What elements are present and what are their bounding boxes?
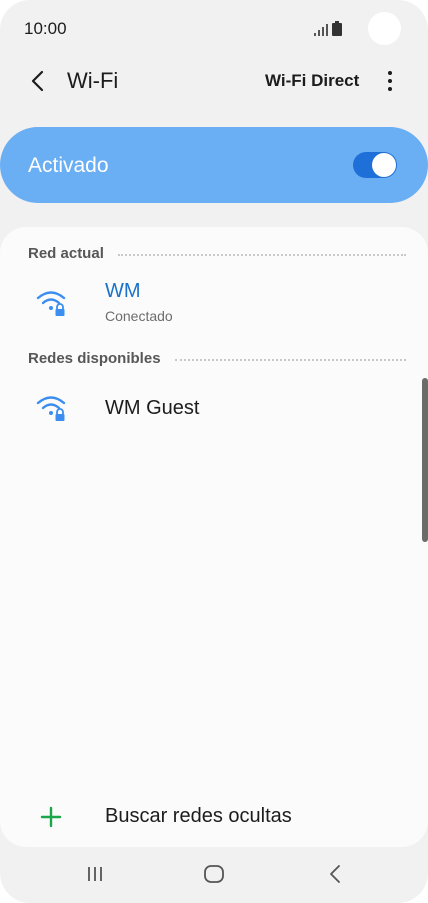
current-network-name: WM — [105, 280, 141, 302]
available-networks-section-header: Redes disponibles — [28, 350, 406, 367]
available-network-item[interactable]: WM Guest — [0, 387, 428, 431]
toggle-knob — [372, 153, 396, 177]
wifi-direct-button[interactable]: Wi-Fi Direct — [265, 71, 359, 91]
section-divider — [174, 358, 406, 361]
phone-screen: 10:00 Wi-Fi Wi-Fi Direct Activado Red ac… — [0, 0, 428, 903]
current-network-section-label: Red actual — [28, 245, 104, 262]
status-time: 10:00 — [24, 19, 67, 38]
scrollbar[interactable] — [422, 378, 428, 542]
current-network-status: Conectado — [105, 308, 173, 324]
plus-icon — [40, 806, 62, 828]
master-switch-label: Activado — [28, 154, 109, 177]
battery-icon — [332, 21, 342, 36]
signal-bars-icon — [314, 24, 328, 36]
available-network-name: WM Guest — [105, 397, 200, 419]
page-title: Wi-Fi — [67, 68, 119, 93]
recents-icon — [88, 867, 102, 881]
status-icons — [314, 20, 342, 36]
available-networks-section-label: Redes disponibles — [28, 350, 161, 367]
camera-cutout — [368, 12, 401, 45]
home-button[interactable] — [199, 862, 229, 886]
add-hidden-network-button[interactable]: Buscar redes ocultas — [0, 802, 428, 838]
navigation-bar — [0, 848, 428, 903]
wifi-master-switch-bar[interactable]: Activado — [0, 127, 428, 203]
network-list-card: Red actual WM Conectado Redes disponible… — [0, 227, 428, 847]
current-network-item[interactable]: WM Conectado — [0, 275, 428, 331]
app-header: Wi-Fi Wi-Fi Direct — [0, 58, 428, 106]
recents-button[interactable] — [80, 862, 110, 886]
add-hidden-network-label: Buscar redes ocultas — [105, 805, 292, 827]
more-vertical-icon — [388, 71, 392, 75]
status-bar: 10:00 — [0, 0, 428, 58]
home-icon — [204, 865, 224, 883]
nav-back-button[interactable] — [320, 862, 350, 886]
wifi-lock-icon — [36, 396, 66, 421]
more-options-button[interactable] — [378, 66, 402, 96]
wifi-toggle[interactable] — [353, 152, 397, 178]
back-icon — [330, 865, 340, 883]
wifi-lock-icon — [36, 291, 66, 316]
back-button[interactable] — [22, 66, 52, 96]
section-divider — [117, 253, 406, 256]
current-network-section-header: Red actual — [28, 245, 406, 262]
chevron-left-icon — [31, 70, 44, 92]
